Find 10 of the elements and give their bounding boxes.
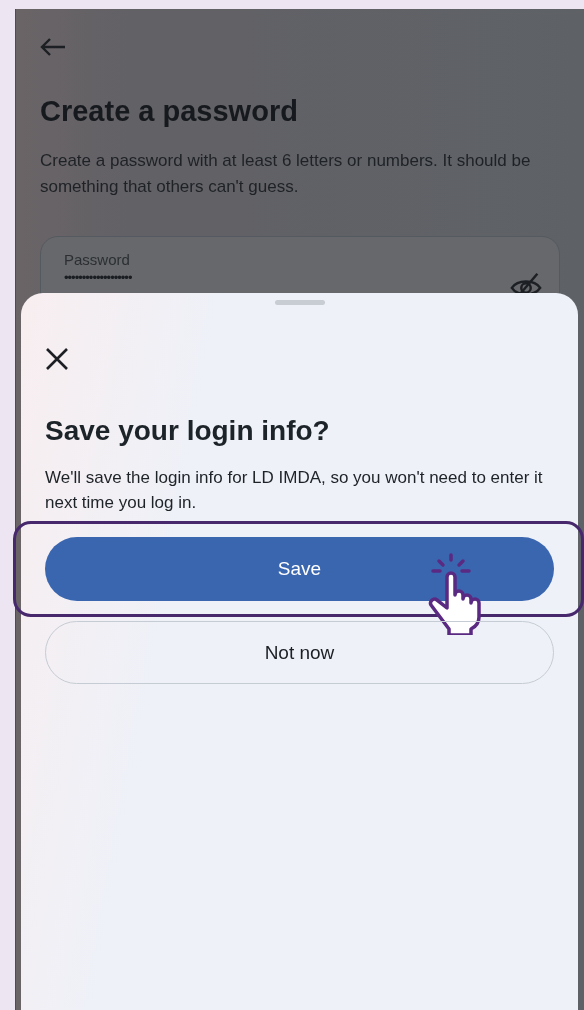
- page-description: Create a password with at least 6 letters or numbers. It should be something that others can't guess.: [40, 150, 532, 198]
- close-icon[interactable]: [45, 347, 69, 371]
- drag-handle[interactable]: [274, 300, 325, 305]
- sheet-message: We'll save the login info for LD IMDA, so you won't need to enter it next time you log in.: [45, 467, 544, 514]
- field-label: Password: [64, 251, 131, 268]
- page-title: Create a password: [40, 95, 299, 128]
- sheet-title: Save your login info?: [45, 415, 331, 447]
- password-value: •••••••••••••••••••: [64, 270, 132, 285]
- save-button[interactable]: Save: [45, 537, 554, 601]
- back-arrow-icon[interactable]: [40, 37, 66, 57]
